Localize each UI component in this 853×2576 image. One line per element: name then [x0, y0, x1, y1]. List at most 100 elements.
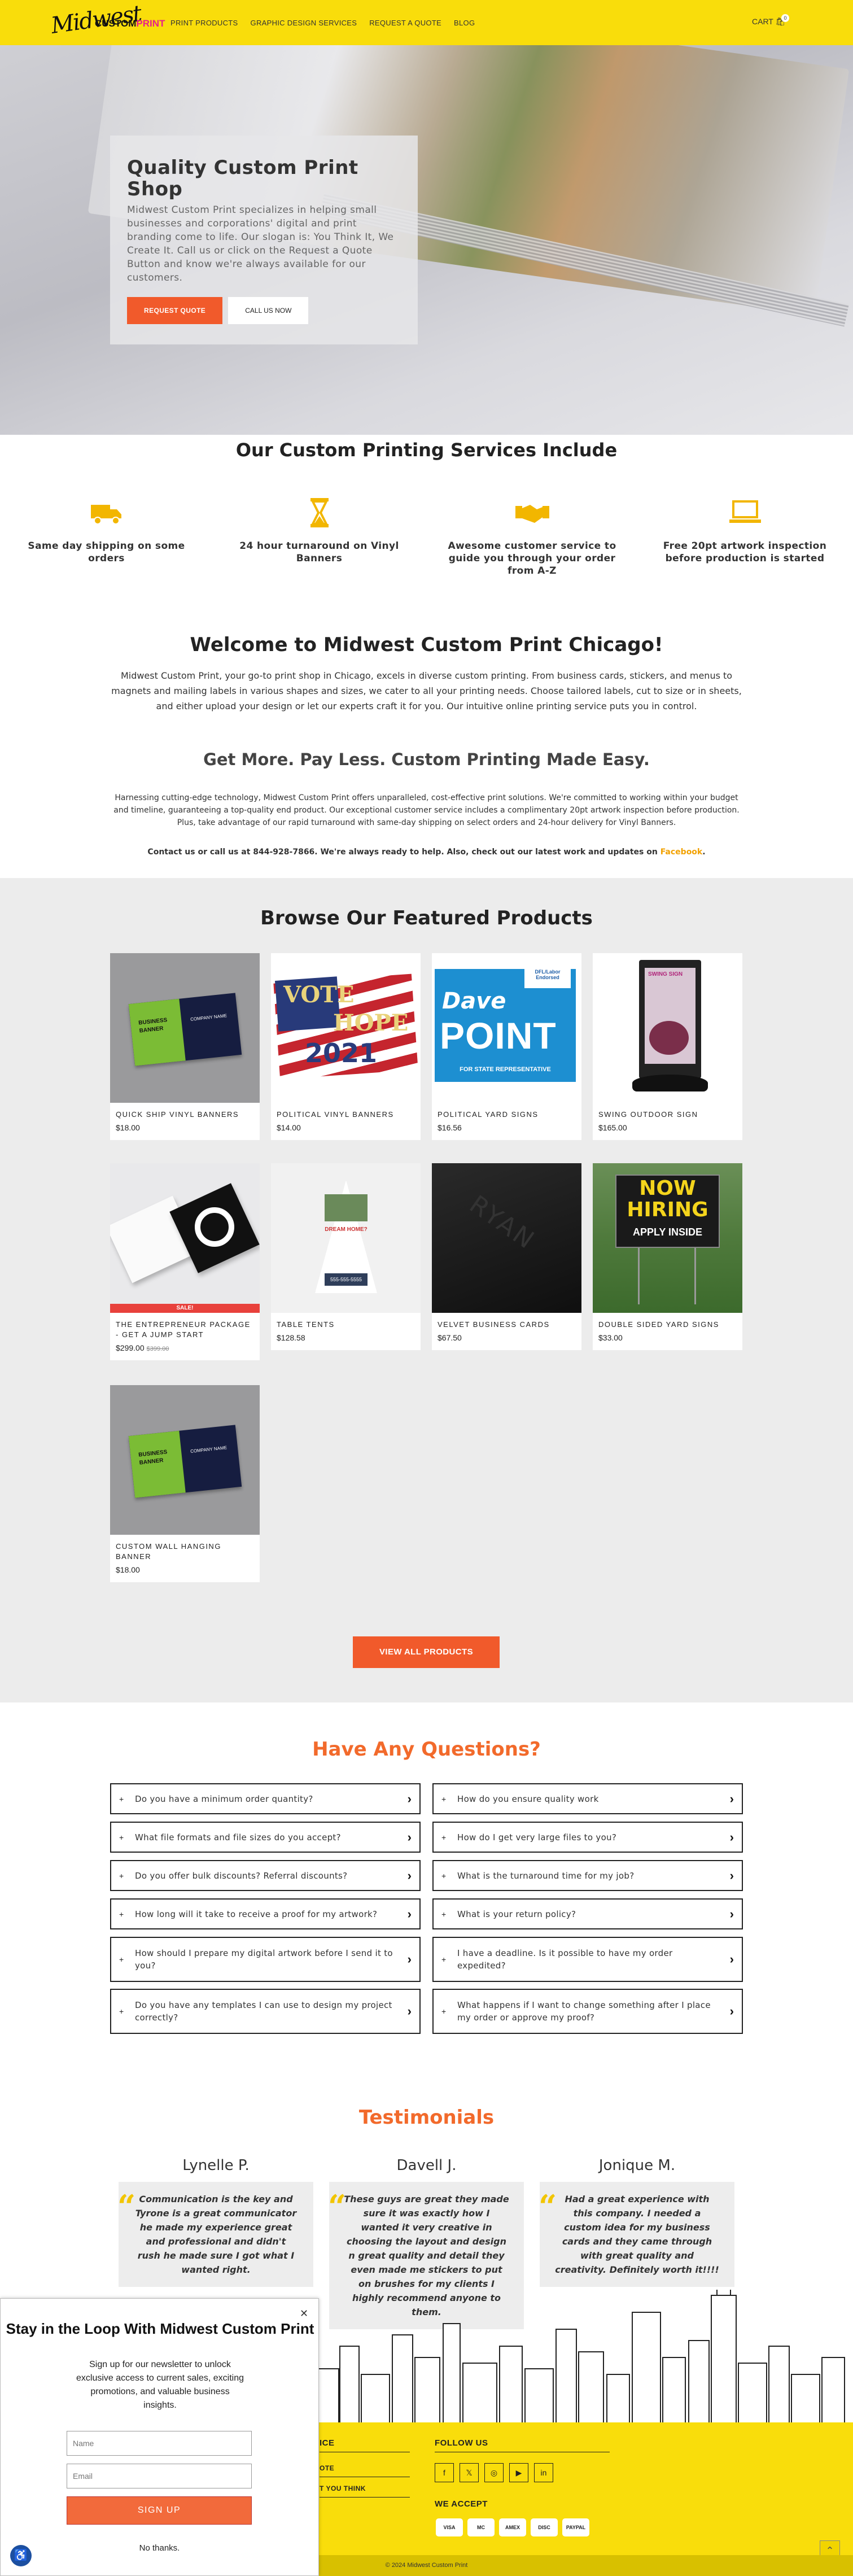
nav-request-quote[interactable]: REQUEST A QUOTE [369, 19, 441, 27]
testimonial-name: Jonique M. [598, 2157, 676, 2174]
x-twitter-icon[interactable]: 𝕏 [460, 2463, 479, 2482]
faq-item[interactable]: + What happens if I want to change someth… [432, 1989, 743, 2034]
hourglass-icon [310, 498, 329, 527]
chevron-right-icon: › [729, 1830, 734, 1844]
product-name[interactable]: TABLE TENTS [271, 1313, 421, 1330]
plus-icon: + [441, 1794, 447, 1804]
product-name[interactable]: POLITICAL YARD SIGNS [432, 1103, 581, 1120]
linkedin-icon[interactable]: in [534, 2463, 553, 2482]
facebook-link[interactable]: Facebook [660, 848, 703, 857]
chevron-right-icon: › [729, 1952, 734, 1966]
faq-item[interactable]: + How should I prepare my digital artwork… [110, 1937, 421, 1982]
nav-print-products[interactable]: PRINT PRODUCTS [170, 19, 238, 27]
faq-item[interactable]: + How long will it take to receive a proo… [110, 1898, 421, 1929]
product-card[interactable]: NOW HIRING APPLY INSIDE DOUBLE SIDED YAR… [593, 1163, 742, 1350]
request-quote-button[interactable]: REQUEST QUOTE [127, 297, 223, 324]
chevron-right-icon: › [729, 1868, 734, 1883]
nav-graphic-design[interactable]: GRAPHIC DESIGN SERVICES [251, 19, 357, 27]
product-card[interactable]: VOTE HOPE 2021 POLITICAL VINYL BANNERS $… [271, 953, 421, 1140]
chicago-skyline-illustration [316, 2290, 845, 2425]
product-card[interactable]: DREAM HOME? 555-555-5555 TABLE TENTS $12… [271, 1163, 421, 1350]
product-card[interactable]: DFL/Labor Endorsed Dave POINT FOR STATE … [432, 953, 581, 1140]
service-text: Awesome customer service to guide you th… [448, 540, 616, 577]
product-name[interactable]: VELVET BUSINESS CARDS [432, 1313, 581, 1330]
nav-blog[interactable]: BLOG [454, 19, 475, 27]
service-item: Awesome customer service to guide you th… [426, 497, 638, 577]
footer-link-quote[interactable]: OTE [320, 2464, 334, 2472]
facebook-icon[interactable]: f [435, 2463, 454, 2482]
product-card[interactable]: SALE! THE ENTREPRENEUR PACKAGE - GET A J… [110, 1163, 260, 1360]
mastercard-icon: MC [467, 2518, 495, 2536]
hero-banner: Quality Custom Print Shop Midwest Custom… [0, 45, 853, 435]
faq-item[interactable]: + How do you ensure quality work › [432, 1783, 743, 1814]
faq-item[interactable]: + What is your return policy? › [432, 1898, 743, 1929]
product-name[interactable]: CUSTOM WALL HANGING BANNER [110, 1535, 260, 1562]
plus-icon: + [441, 1871, 447, 1880]
chevron-right-icon: › [407, 1952, 412, 1966]
quote-icon: “ [539, 2188, 557, 2225]
product-card[interactable]: RYAN VELVET BUSINESS CARDS $67.50 [432, 1163, 581, 1350]
signup-button[interactable]: SIGN UP [67, 2496, 252, 2525]
product-price: $128.58 [277, 1333, 305, 1342]
product-name[interactable]: QUICK SHIP VINYL BANNERS [110, 1103, 260, 1120]
welcome-text-2: Harnessing cutting-edge technology, Midw… [113, 793, 740, 827]
product-name[interactable]: SWING OUTDOOR SIGN [593, 1103, 742, 1120]
product-price: $67.50 [438, 1333, 462, 1342]
products-title: Browse Our Featured Products [260, 907, 593, 929]
email-field[interactable] [67, 2464, 252, 2488]
call-us-button[interactable]: CALL US NOW [228, 297, 309, 324]
cart-link[interactable]: CART 🛍 [752, 17, 785, 27]
view-all-products-button[interactable]: VIEW ALL PRODUCTS [353, 1636, 500, 1668]
accessibility-icon[interactable]: ♿ [10, 2545, 32, 2566]
product-name[interactable]: POLITICAL VINYL BANNERS [271, 1103, 421, 1120]
testimonial-name: Lynelle P. [182, 2157, 250, 2174]
faq-item[interactable]: + What file formats and file sizes do you… [110, 1822, 421, 1853]
popup-text: Sign up for our newsletter to unlock exc… [76, 2360, 244, 2410]
footer-col-service-title: ICE [320, 2438, 335, 2448]
product-card[interactable]: BUSINESS BANNER COMPANY NAME QUICK SHIP … [110, 953, 260, 1140]
product-card[interactable]: BUSINESS BANNER COMPANY NAME CUSTOM WALL… [110, 1385, 260, 1582]
service-item: Same day shipping on some orders [0, 497, 213, 577]
name-field[interactable] [67, 2431, 252, 2456]
faq-item[interactable]: + Do you offer bulk discounts? Referral d… [110, 1860, 421, 1891]
hero-text: Midwest Custom Print specializes in help… [127, 204, 394, 283]
faq-item[interactable]: + How do I get very large files to you? › [432, 1822, 743, 1853]
product-image: DREAM HOME? 555-555-5555 [271, 1163, 421, 1313]
product-image: BUSINESS BANNER COMPANY NAME [110, 953, 260, 1103]
product-name[interactable]: DOUBLE SIDED YARD SIGNS [593, 1313, 742, 1330]
chevron-right-icon: › [729, 1906, 734, 1921]
service-text: 24 hour turnaround on Vinyl Banners [239, 540, 399, 564]
instagram-icon[interactable]: ◎ [484, 2463, 504, 2482]
faq-item[interactable]: + What is the turnaround time for my job?… [432, 1860, 743, 1891]
chevron-right-icon: › [407, 1791, 412, 1806]
logo[interactable]: Midwest CUSTOMPRINT [50, 1, 165, 40]
product-price: $16.56 [438, 1123, 462, 1132]
handshake-icon [515, 505, 549, 523]
main-nav: PRINT PRODUCTS GRAPHIC DESIGN SERVICES R… [170, 19, 475, 27]
close-icon[interactable]: ✕ [300, 2308, 308, 2320]
faq-item[interactable]: + Do you have any templates I can use to … [110, 1989, 421, 2034]
plus-icon: + [119, 1909, 124, 1919]
testimonial-text: Had a great experience with this company… [540, 2182, 734, 2287]
hero-card: Quality Custom Print Shop Midwest Custom… [110, 136, 418, 344]
chevron-right-icon: › [407, 1830, 412, 1844]
cart-count-badge: 0 [781, 14, 789, 22]
service-item: 24 hour turnaround on Vinyl Banners [213, 497, 426, 577]
chevron-right-icon: › [729, 1791, 734, 1806]
youtube-icon[interactable]: ▶ [509, 2463, 528, 2482]
welcome-subtitle: Get More. Pay Less. Custom Printing Made… [203, 750, 650, 769]
no-thanks-link[interactable]: No thanks. [0, 2543, 319, 2553]
hero-title: Quality Custom Print Shop [127, 156, 358, 200]
testimonials-title: Testimonials [358, 2106, 495, 2129]
faq-item[interactable]: + I have a deadline. Is it possible to ha… [432, 1937, 743, 1982]
product-name[interactable]: THE ENTREPRENEUR PACKAGE - GET A JUMP ST… [110, 1313, 260, 1340]
cart-label: CART [752, 17, 773, 26]
product-card[interactable]: SWING SIGN SWING OUTDOOR SIGN $165.00 [593, 953, 742, 1140]
footer-link-think[interactable]: T YOU THINK [320, 2485, 366, 2492]
popup-title: Stay in the Loop With Midwest Custom Pri… [6, 2320, 314, 2337]
product-price: $18.00 [116, 1565, 140, 1574]
faq-item[interactable]: + Do you have a minimum order quantity? › [110, 1783, 421, 1814]
laptop-icon [729, 500, 761, 523]
product-price: $33.00 [598, 1333, 623, 1342]
chevron-right-icon: › [407, 1906, 412, 1921]
